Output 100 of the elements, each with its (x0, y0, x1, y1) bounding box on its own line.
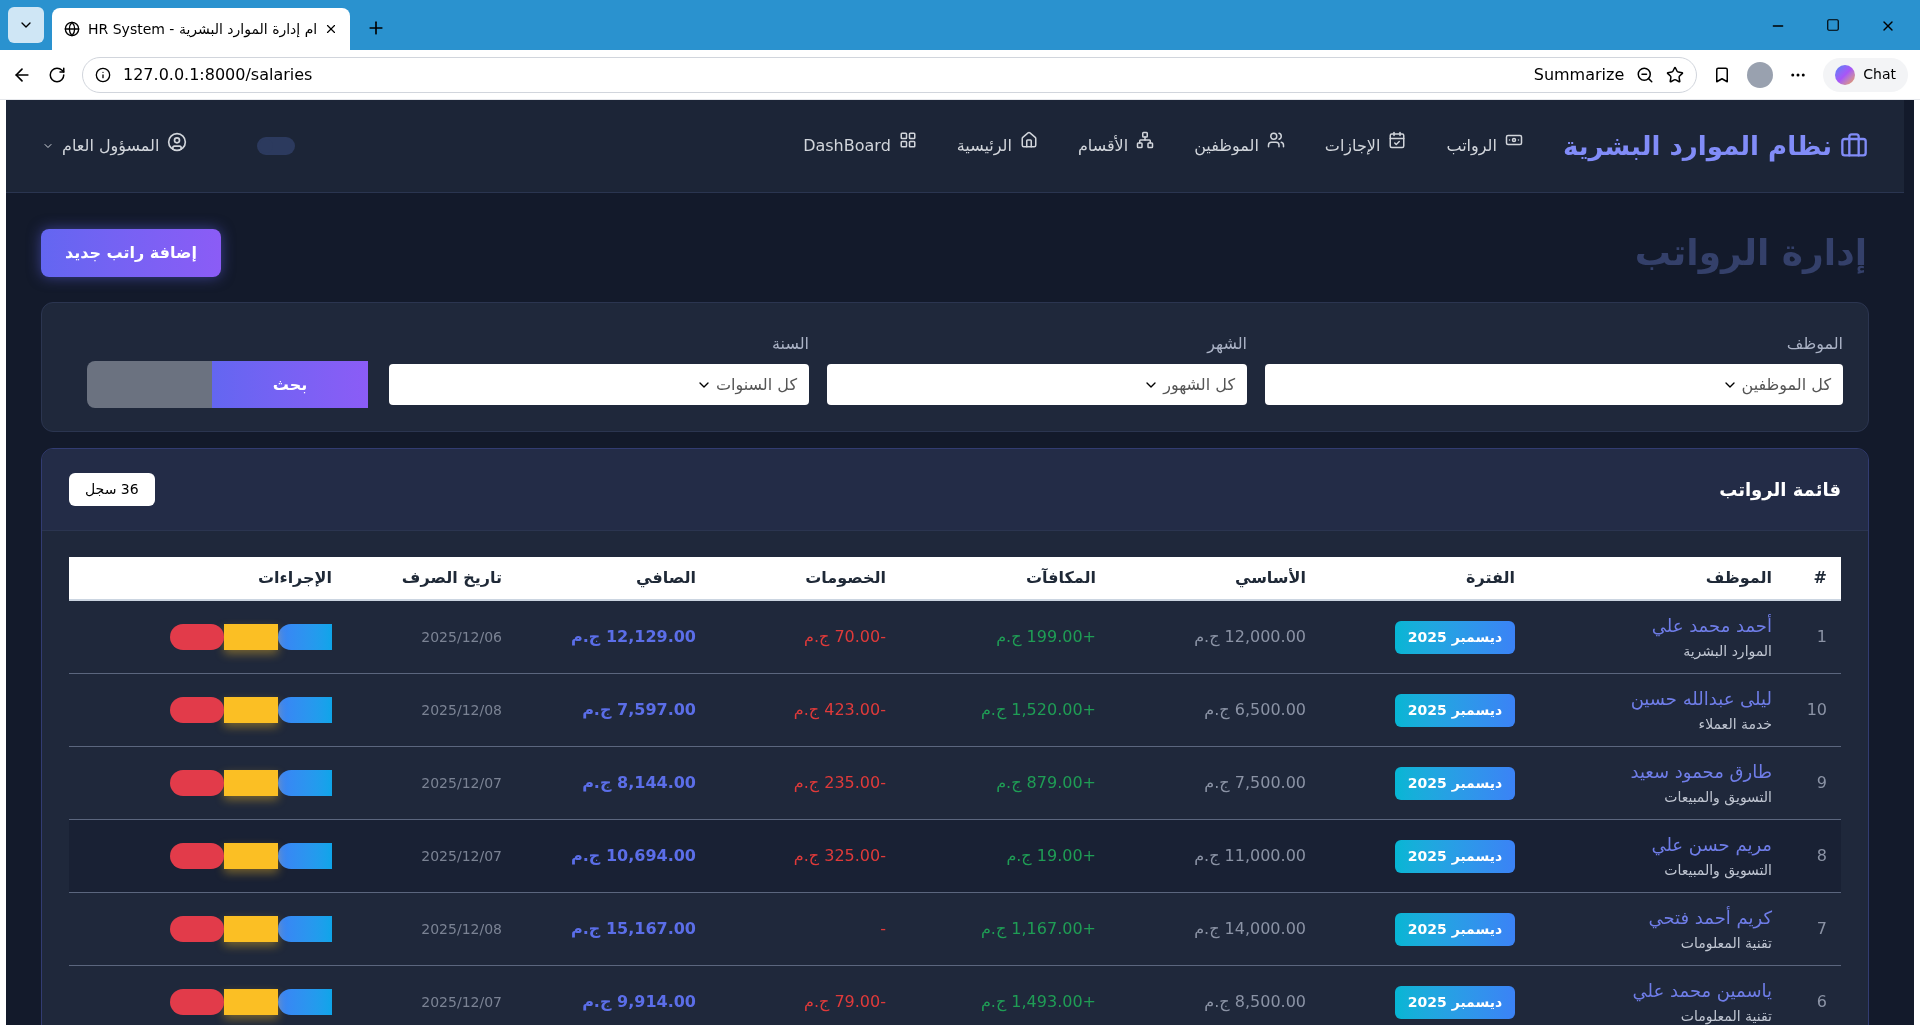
delete-button[interactable] (170, 843, 224, 869)
tab-title: HR System - ام إدارة الموارد البشرية (88, 19, 316, 40)
basic-salary: 7,500.00 ج.م (1203, 772, 1307, 795)
view-button[interactable] (278, 624, 332, 650)
employee-name[interactable]: مريم حسن علي (1529, 831, 1772, 858)
view-button[interactable] (278, 916, 332, 942)
view-button[interactable] (278, 843, 332, 869)
net-salary: 9,914.00 ج.م (581, 991, 697, 1013)
period-badge: ديسمبر 2025 (1395, 912, 1515, 946)
column-header: المكافآت (1024, 567, 1097, 589)
deduction-amount: - (879, 918, 887, 940)
chat-button[interactable]: Chat (1823, 57, 1908, 92)
hierarchy-icon (1136, 131, 1155, 149)
add-salary-button[interactable]: إضافة راتب جديد (41, 229, 221, 277)
filter-select[interactable]: كل السنوات (389, 364, 809, 405)
period-badge: ديسمبر 2025 (1395, 839, 1515, 873)
copilot-icon (1835, 64, 1856, 85)
department-name: تقنية المعلومات (1679, 934, 1772, 954)
payment-date: 2025/12/07 (420, 992, 503, 1012)
row-number: 9 (1815, 772, 1828, 794)
filter-select[interactable]: كل الشهور (827, 364, 1247, 405)
bonus-amount: +879.00 ج.م (995, 772, 1097, 795)
user-menu[interactable]: المسؤول العام (42, 134, 188, 158)
employee-name[interactable]: كريم أحمد فتحي (1529, 904, 1772, 931)
briefcase-icon (1840, 132, 1868, 160)
column-header: الإجراءات (256, 567, 333, 589)
home-icon (1019, 131, 1038, 149)
nav-link[interactable]: الرواتب (1446, 134, 1523, 158)
row-number: 6 (1815, 991, 1828, 1013)
globe-icon (64, 21, 80, 37)
period-badge: ديسمبر 2025 (1395, 620, 1515, 654)
department-name: تقنية المعلومات (1679, 1007, 1772, 1025)
department-name: التسويق والمبيعات (1663, 788, 1772, 808)
brand-title[interactable]: نظام الموارد البشرية (1562, 126, 1832, 166)
employee-name[interactable]: أحمد محمد علي (1529, 612, 1772, 639)
deduction-amount: -79.00 ج.م (803, 991, 887, 1014)
payment-date: 2025/12/08 (420, 700, 503, 720)
user-icon (167, 132, 188, 152)
view-button[interactable] (278, 697, 332, 723)
nav-link[interactable]: الموظفين (1194, 134, 1285, 158)
deduction-amount: -423.00 ج.م (792, 699, 887, 722)
department-name: الموارد البشرية (1682, 642, 1772, 662)
row-number: 10 (1805, 699, 1828, 721)
bonus-amount: +19.00 ج.م (1005, 845, 1097, 868)
deduction-amount: -70.00 ج.م (803, 626, 887, 649)
payment-date: 2025/12/08 (420, 919, 503, 939)
bonus-amount: +1,167.00 ج.م (979, 918, 1097, 941)
nav-link[interactable]: الرئيسية (956, 134, 1038, 158)
users-icon (1266, 131, 1285, 149)
payment-date: 2025/12/07 (420, 846, 503, 866)
period-badge: ديسمبر 2025 (1395, 766, 1515, 800)
list-title: قائمة الرواتب (1719, 478, 1841, 503)
delete-button[interactable] (170, 697, 224, 723)
basic-salary: 14,000.00 ج.م (1193, 918, 1307, 941)
view-button[interactable] (278, 770, 332, 796)
info-icon (95, 66, 111, 83)
page-title: إدارة الرواتب (1634, 231, 1867, 276)
reload-icon[interactable] (48, 65, 66, 84)
employee-name[interactable]: ياسمين محمد علي (1529, 977, 1772, 1004)
nav-link[interactable]: الأقسام (1077, 134, 1155, 158)
net-salary: 10,694.00 ج.م (570, 845, 697, 867)
browser-tab[interactable]: HR System - ام إدارة الموارد البشرية (52, 8, 350, 50)
column-header: الموظف (1704, 567, 1773, 589)
nav-link[interactable]: DashBoard (803, 134, 917, 158)
row-number: 8 (1815, 845, 1828, 867)
view-button[interactable] (278, 989, 332, 1015)
column-header: الأساسي (1233, 567, 1307, 590)
delete-button[interactable] (170, 916, 224, 942)
employee-name[interactable]: طارق محمود سعيد (1529, 758, 1772, 785)
department-name: التسويق والمبيعات (1663, 861, 1772, 881)
profile-avatar[interactable] (1747, 61, 1774, 88)
tab-list-button[interactable] (8, 7, 44, 43)
employee-name[interactable]: ليلى عبدالله حسين (1529, 685, 1772, 712)
basic-salary: 8,500.00 ج.م (1203, 991, 1307, 1014)
nav-link[interactable]: الإجازات (1324, 134, 1407, 158)
period-badge: ديسمبر 2025 (1395, 693, 1515, 727)
deduction-amount: -325.00 ج.م (792, 845, 887, 868)
net-salary: 12,129.00 ج.م (570, 626, 697, 648)
column-header: الفترة (1465, 567, 1516, 589)
deduction-amount: -235.00 ج.م (792, 772, 887, 795)
row-number: 1 (1815, 626, 1828, 648)
star-icon[interactable] (1666, 65, 1685, 84)
column-header: الصافي (635, 567, 697, 590)
toggle-switch[interactable] (257, 137, 296, 155)
delete-button[interactable] (170, 770, 224, 796)
search-button[interactable]: بحث (212, 361, 368, 408)
zoom-out-icon[interactable] (1636, 65, 1655, 84)
bonus-amount: +199.00 ج.م (995, 626, 1097, 649)
filter-label: الموظف (1785, 333, 1843, 356)
delete-button[interactable] (170, 989, 224, 1015)
calendar-icon (1388, 131, 1407, 149)
summarize-button[interactable]: Summarize (1533, 62, 1625, 87)
row-number: 7 (1815, 918, 1828, 940)
maximize-icon[interactable] (1826, 18, 1840, 32)
net-salary: 7,597.00 ج.م (581, 699, 697, 721)
basic-salary: 12,000.00 ج.م (1193, 626, 1307, 649)
filter-label: السنة (771, 333, 809, 355)
filter-select[interactable]: كل الموظفين (1265, 364, 1843, 405)
delete-button[interactable] (170, 624, 224, 650)
close-icon[interactable] (324, 22, 338, 36)
